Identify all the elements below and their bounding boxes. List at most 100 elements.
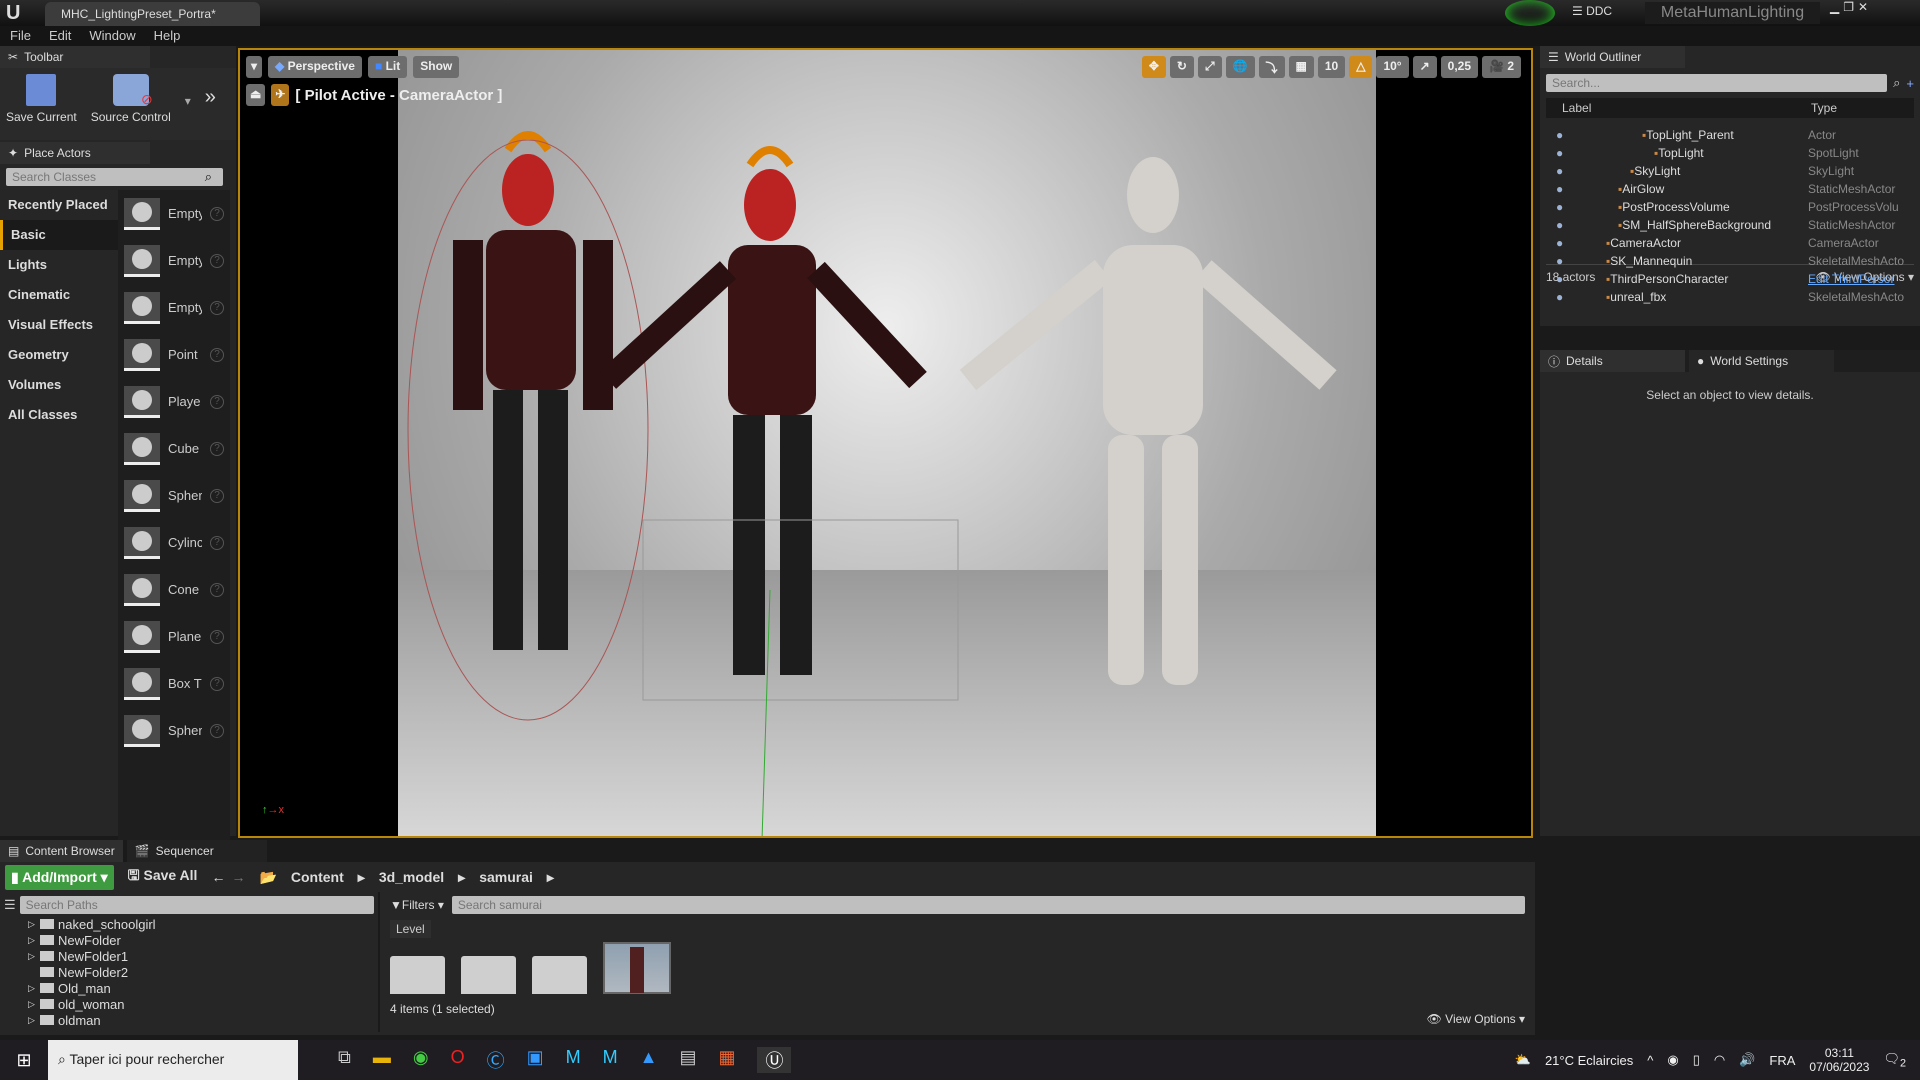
- category-basic[interactable]: Basic: [0, 220, 118, 250]
- eject-pilot-button[interactable]: ⏏: [246, 84, 266, 106]
- folder-tree-item[interactable]: ▷ naked_schoolgirl: [28, 916, 374, 932]
- expand-arrow-icon[interactable]: ▷: [28, 951, 36, 962]
- back-arrow-icon[interactable]: ←: [211, 869, 225, 885]
- content-browser-tab[interactable]: ▤ Content Browser: [0, 840, 123, 862]
- folder-tree-item[interactable]: NewFolder2: [28, 964, 374, 980]
- world-local-toggle[interactable]: 🌐: [1225, 56, 1255, 78]
- camera-speed-button[interactable]: 🎥 2: [1482, 56, 1521, 78]
- surface-snap-button[interactable]: ⤵: [1258, 56, 1285, 78]
- record-icon[interactable]: ◉: [1667, 1052, 1678, 1068]
- view-mode-lit-button[interactable]: ■ Lit: [367, 56, 408, 78]
- actor-item[interactable]: Point?: [118, 331, 230, 378]
- help-icon[interactable]: ?: [210, 723, 224, 738]
- help-icon[interactable]: ?: [210, 441, 224, 456]
- category-all-classes[interactable]: All Classes: [0, 400, 118, 430]
- folder-tree-item[interactable]: ▷ NewFolder: [28, 932, 374, 948]
- save-current-button[interactable]: Save Current: [6, 74, 77, 134]
- category-recently-placed[interactable]: Recently Placed: [0, 190, 118, 220]
- maximize-button[interactable]: ❐: [1843, 0, 1854, 14]
- save-all-button[interactable]: 🖫 Save All: [128, 865, 198, 889]
- search-classes-input[interactable]: Search Classes: [6, 168, 223, 186]
- folder-asset[interactable]: [461, 956, 516, 994]
- world-outliner-tab[interactable]: ☰ World Outliner: [1540, 46, 1685, 68]
- expand-arrow-icon[interactable]: ▷: [28, 1015, 36, 1026]
- help-icon[interactable]: ?: [210, 300, 224, 315]
- add-import-button[interactable]: ▮ Add/Import ▾: [5, 864, 114, 890]
- visibility-eye-icon[interactable]: ●: [1556, 218, 1563, 232]
- category-geometry[interactable]: Geometry: [0, 340, 118, 370]
- folder-tree-item[interactable]: ▷ old_woman: [28, 996, 374, 1012]
- help-icon[interactable]: ?: [210, 253, 224, 268]
- category-lights[interactable]: Lights: [0, 250, 118, 280]
- help-icon[interactable]: ?: [210, 206, 224, 221]
- outliner-row[interactable]: ● ▪ TopLight SpotLight: [1546, 144, 1914, 162]
- place-actors-tab[interactable]: ✦ Place Actors: [0, 142, 150, 164]
- scale-tool-button[interactable]: ⤢: [1197, 56, 1222, 78]
- show-button[interactable]: Show: [413, 56, 460, 78]
- rotation-snap-value[interactable]: 10°: [1376, 56, 1409, 78]
- actor-item[interactable]: Spher?: [118, 707, 230, 754]
- type-column-header[interactable]: Type: [1811, 101, 1837, 115]
- webcam-icon[interactable]: ▯: [1693, 1052, 1700, 1068]
- visibility-eye-icon[interactable]: ●: [1556, 254, 1563, 268]
- outliner-row[interactable]: ● ▪ PostProcessVolume PostProcessVolu: [1546, 198, 1914, 216]
- show-hidden-icons[interactable]: ^: [1647, 1053, 1653, 1068]
- toggle-sources-icon[interactable]: ☰: [4, 897, 16, 913]
- document-tab[interactable]: MHC_LightingPreset_Portra*: [45, 2, 260, 26]
- wifi-icon[interactable]: ◠: [1714, 1052, 1725, 1068]
- outliner-row[interactable]: ● ▪ unreal_fbx SkeletalMeshActo: [1546, 288, 1914, 306]
- outliner-row[interactable]: ● ▪ SK_Mannequin SkeletalMeshActo: [1546, 252, 1914, 270]
- metahuman-icon[interactable]: M: [566, 1047, 581, 1073]
- actor-item[interactable]: Plane?: [118, 613, 230, 660]
- scale-snap-toggle[interactable]: ↗: [1412, 56, 1437, 78]
- help-icon[interactable]: ?: [210, 535, 224, 550]
- expand-arrow-icon[interactable]: ▷: [28, 999, 36, 1010]
- folder-tree-item[interactable]: ▷ Old_man: [28, 980, 374, 996]
- chevron-down-icon[interactable]: ▾: [185, 94, 191, 134]
- scale-snap-value[interactable]: 0,25: [1440, 56, 1479, 78]
- m-app-icon[interactable]: M: [603, 1047, 618, 1073]
- taskbar-search-input[interactable]: ⌕ Taper ici pour rechercher: [48, 1040, 298, 1080]
- menu-window[interactable]: Window: [89, 28, 135, 44]
- help-icon[interactable]: ?: [210, 582, 224, 597]
- level-filter-chip[interactable]: Level: [390, 920, 431, 938]
- clock[interactable]: 03:11 07/06/2023: [1809, 1046, 1869, 1074]
- source-control-button[interactable]: ⊘ Source Control: [91, 74, 171, 134]
- actor-item[interactable]: Empty?: [118, 190, 230, 237]
- rotate-tool-button[interactable]: ↻: [1169, 56, 1194, 78]
- weather-text[interactable]: 21°C Eclaircies: [1545, 1053, 1633, 1068]
- help-icon[interactable]: ?: [210, 676, 224, 691]
- translate-tool-button[interactable]: ✥: [1141, 56, 1166, 78]
- help-icon[interactable]: ?: [210, 629, 224, 644]
- visibility-eye-icon[interactable]: ●: [1556, 200, 1563, 214]
- expand-toolbar-icon[interactable]: »: [205, 86, 216, 134]
- breadcrumb-3d-model[interactable]: 3d_model: [379, 869, 444, 885]
- unreal-taskbar-icon[interactable]: Ⓤ: [757, 1047, 792, 1073]
- breadcrumb-samurai[interactable]: samurai: [479, 869, 533, 885]
- actor-item[interactable]: Cylinc?: [118, 519, 230, 566]
- task-view-icon[interactable]: ⧉: [338, 1047, 351, 1073]
- add-filter-icon[interactable]: +: [1906, 76, 1914, 91]
- expand-arrow-icon[interactable]: ▷: [28, 983, 36, 994]
- actor-item[interactable]: Box T?: [118, 660, 230, 707]
- outliner-row[interactable]: ● ▪ TopLight_Parent Actor: [1546, 126, 1914, 144]
- outliner-row-type[interactable]: Edit ThirdPersor: [1808, 272, 1894, 286]
- visibility-eye-icon[interactable]: ●: [1556, 128, 1563, 142]
- actor-item[interactable]: Cube?: [118, 425, 230, 472]
- level-viewport[interactable]: ▾ ◆ Perspective ■ Lit Show ⏏ ✈ [ Pilot A…: [238, 48, 1533, 838]
- outliner-search-input[interactable]: Search...: [1546, 74, 1888, 92]
- opera-icon[interactable]: O: [451, 1047, 465, 1073]
- visibility-eye-icon[interactable]: ●: [1556, 236, 1563, 250]
- help-icon[interactable]: ?: [210, 488, 224, 503]
- grid-snap-toggle[interactable]: ▦: [1288, 56, 1314, 78]
- outliner-row[interactable]: ● ▪ CameraActor CameraActor: [1546, 234, 1914, 252]
- forward-arrow-icon[interactable]: →: [231, 869, 245, 885]
- windows-start-icon[interactable]: ⊞: [0, 1050, 48, 1071]
- toolbar-tab[interactable]: ✂ Toolbar: [0, 46, 150, 68]
- category-cinematic[interactable]: Cinematic: [0, 280, 118, 310]
- actor-item[interactable]: Empty?: [118, 284, 230, 331]
- world-settings-tab[interactable]: ● World Settings: [1689, 350, 1834, 372]
- chrome-icon[interactable]: ◉: [413, 1047, 429, 1073]
- visibility-eye-icon[interactable]: ●: [1556, 146, 1563, 160]
- sequencer-tab[interactable]: 🎬 Sequencer: [126, 840, 267, 862]
